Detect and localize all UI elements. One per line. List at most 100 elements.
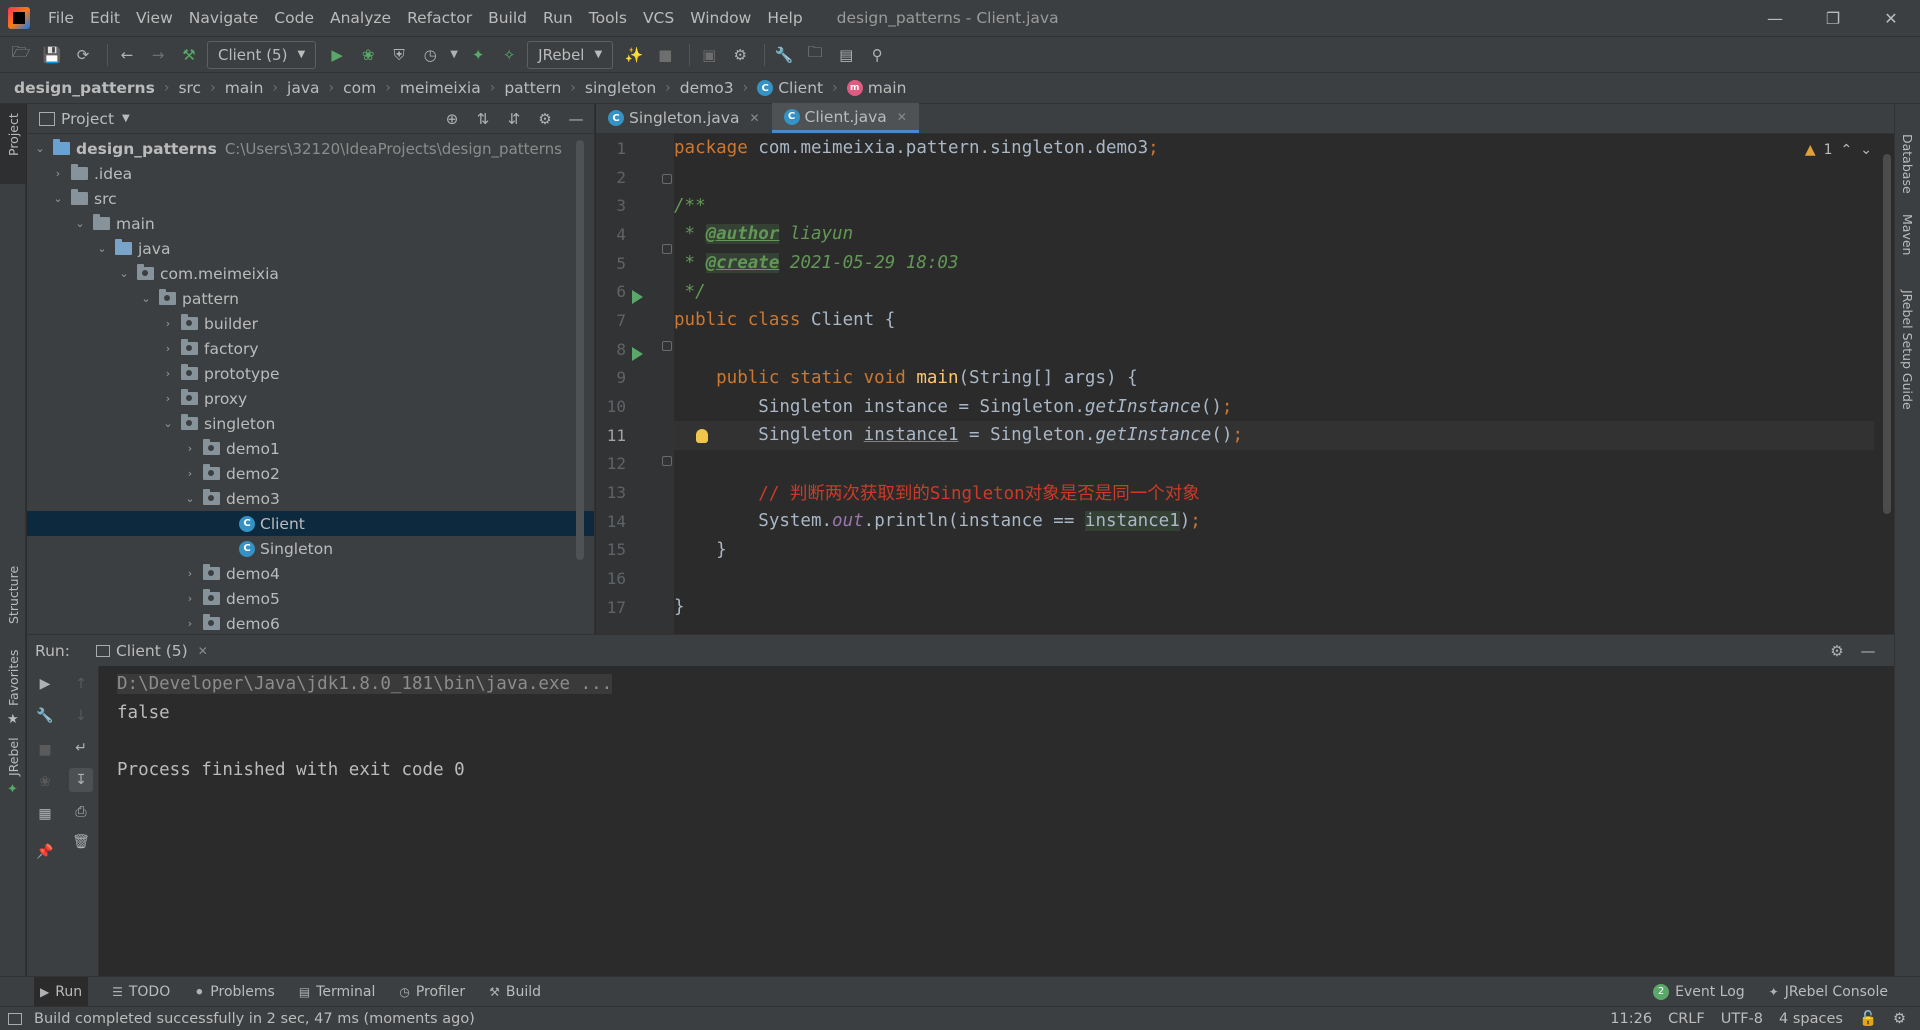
close-icon[interactable]: ✕ <box>749 111 759 125</box>
soft-wrap-icon[interactable]: ↵ <box>69 736 93 760</box>
caret-position[interactable]: 11:26 <box>1610 1011 1652 1027</box>
restore-button[interactable]: ❐ <box>1804 0 1862 36</box>
build-hammer-icon[interactable]: ⚒ <box>176 42 202 68</box>
attach-debugger-icon[interactable]: ▣ <box>696 42 722 68</box>
gear-icon[interactable]: ⚙ <box>1824 638 1850 664</box>
back-arrow-icon[interactable]: ← <box>114 42 140 68</box>
minimize-button[interactable]: — <box>1746 0 1804 36</box>
chevron-up-icon[interactable]: ⌃ <box>1841 142 1853 158</box>
indent-setting[interactable]: 4 spaces <box>1779 1011 1843 1027</box>
tree-node-src[interactable]: ⌄ src <box>27 186 594 211</box>
crumb-singleton[interactable]: singleton <box>585 79 656 97</box>
crumb-main-method[interactable]: m main <box>846 79 906 97</box>
jrebel-debug-icon[interactable]: ✧ <box>496 42 522 68</box>
menu-vcs[interactable]: VCS <box>635 9 682 27</box>
fold-marker-icon[interactable] <box>662 174 672 184</box>
menu-tools[interactable]: Tools <box>581 9 635 27</box>
tool-run[interactable]: ▶ Run <box>34 976 89 1007</box>
stop-icon[interactable]: ■ <box>33 738 57 762</box>
tree-node-idea[interactable]: › .idea <box>27 161 594 186</box>
tab-client-java[interactable]: C Client.java ✕ <box>771 103 919 133</box>
jrebel-setup-stripe-label[interactable]: JRebel Setup Guide <box>1900 290 1915 410</box>
tree-node-com-meimeixia[interactable]: ⌄ com.meimeixia <box>27 261 594 286</box>
favorites-stripe-label[interactable]: Favorites <box>6 650 21 706</box>
locate-file-icon[interactable]: ⊕ <box>439 106 465 132</box>
menu-refactor[interactable]: Refactor <box>399 9 480 27</box>
settings-wrench-icon[interactable]: 🔧 <box>771 42 797 68</box>
more-run-chevron-icon[interactable]: ▼ <box>448 42 460 68</box>
chevron-right-icon[interactable]: › <box>161 317 175 330</box>
tool-build[interactable]: ⚒ Build <box>489 984 541 1000</box>
crumb-project[interactable]: design_patterns <box>14 79 155 97</box>
scroll-to-end-icon[interactable]: ↧ <box>69 768 93 792</box>
tree-node-demo2[interactable]: › demo2 <box>27 461 594 486</box>
menu-window[interactable]: Window <box>682 9 759 27</box>
run-tab-client[interactable]: Client (5) ✕ <box>86 635 218 667</box>
menu-run[interactable]: Run <box>535 9 581 27</box>
tool-todo[interactable]: ☰ TODO <box>112 984 170 1000</box>
print-icon[interactable]: ⎙ <box>69 800 93 824</box>
menu-code[interactable]: Code <box>266 9 322 27</box>
menu-help[interactable]: Help <box>759 9 810 27</box>
chevron-down-icon[interactable]: ⌄ <box>183 492 197 505</box>
status-message[interactable]: Build completed successfully in 2 sec, 4… <box>34 1011 475 1027</box>
forward-arrow-icon[interactable]: → <box>145 42 171 68</box>
coverage-icon[interactable]: ⛨ <box>386 42 412 68</box>
code-area[interactable]: package com.meimeixia.pattern.singleton.… <box>674 134 1874 634</box>
database-stripe-label[interactable]: Database <box>1900 134 1915 194</box>
jrebel-run-icon[interactable]: ✦ <box>465 42 491 68</box>
wrench-icon[interactable]: 🔧 <box>33 704 57 728</box>
chevron-down-icon[interactable]: ⌄ <box>1860 142 1872 158</box>
menu-navigate[interactable]: Navigate <box>181 9 267 27</box>
run-configuration-select[interactable]: Client (5) ▼ <box>207 40 317 69</box>
run-class-gutter-icon[interactable] <box>632 290 643 304</box>
fold-marker-icon[interactable] <box>662 456 672 466</box>
console-output[interactable]: D:\Developer\Java\jdk1.8.0_181\bin\java.… <box>117 670 613 785</box>
pin-icon[interactable]: 📌 <box>33 840 57 864</box>
debug-bug-icon[interactable]: ❀ <box>355 42 381 68</box>
crumb-meimeixia[interactable]: meimeixia <box>400 79 481 97</box>
fold-marker-icon[interactable] <box>662 244 672 254</box>
tool-jrebel-console[interactable]: ✦ JRebel Console <box>1769 984 1888 1000</box>
tool-terminal[interactable]: ▤ Terminal <box>299 984 376 1000</box>
close-icon[interactable]: ✕ <box>897 110 907 124</box>
crumb-java[interactable]: java <box>287 79 319 97</box>
open-folder-icon[interactable]: 🗁 <box>8 42 34 68</box>
menu-view[interactable]: View <box>128 9 181 27</box>
chevron-right-icon[interactable]: › <box>183 442 197 455</box>
chevron-right-icon[interactable]: › <box>161 367 175 380</box>
tree-node-prototype[interactable]: › prototype <box>27 361 594 386</box>
project-scrollbar[interactable] <box>576 140 584 560</box>
tree-node-main[interactable]: ⌄ main <box>27 211 594 236</box>
tree-node-demo5[interactable]: › demo5 <box>27 586 594 611</box>
structure-stripe-label[interactable]: Structure <box>6 566 21 624</box>
tree-node-proxy[interactable]: › proxy <box>27 386 594 411</box>
chevron-down-icon[interactable]: ⌄ <box>139 292 153 305</box>
chevron-right-icon[interactable]: › <box>161 342 175 355</box>
chevron-right-icon[interactable]: › <box>183 467 197 480</box>
crumb-src[interactable]: src <box>178 79 201 97</box>
tab-singleton-java[interactable]: C Singleton.java ✕ <box>596 103 772 133</box>
chevron-down-icon[interactable]: ⌄ <box>73 217 87 230</box>
chevron-down-icon[interactable]: ⌄ <box>51 192 65 205</box>
run-icon[interactable]: ▶ <box>324 42 350 68</box>
chevron-down-icon[interactable]: ⌄ <box>33 142 47 155</box>
memory-indicator-icon[interactable]: ⚙ <box>1893 1011 1906 1027</box>
tree-node-builder[interactable]: › builder <box>27 311 594 336</box>
chevron-right-icon[interactable]: › <box>183 617 197 630</box>
tree-node-singleton-class[interactable]: C Singleton <box>27 536 594 561</box>
up-arrow-icon[interactable]: ↑ <box>69 672 93 696</box>
menu-analyze[interactable]: Analyze <box>322 9 399 27</box>
trash-icon[interactable]: 🗑 <box>69 830 93 854</box>
close-window-button[interactable]: ✕ <box>1862 0 1920 36</box>
chevron-down-icon[interactable]: ⌄ <box>161 417 175 430</box>
tree-node-demo4[interactable]: › demo4 <box>27 561 594 586</box>
maven-stripe-label[interactable]: Maven <box>1900 214 1915 255</box>
tree-node-demo3[interactable]: ⌄ demo3 <box>27 486 594 511</box>
tree-node-singleton[interactable]: ⌄ singleton <box>27 411 594 436</box>
down-arrow-icon[interactable]: ↓ <box>69 704 93 728</box>
layout-icon[interactable]: ▦ <box>33 802 57 826</box>
lock-icon[interactable]: 🔓 <box>1859 1010 1877 1027</box>
fold-marker-icon[interactable] <box>662 341 672 351</box>
tree-node-factory[interactable]: › factory <box>27 336 594 361</box>
